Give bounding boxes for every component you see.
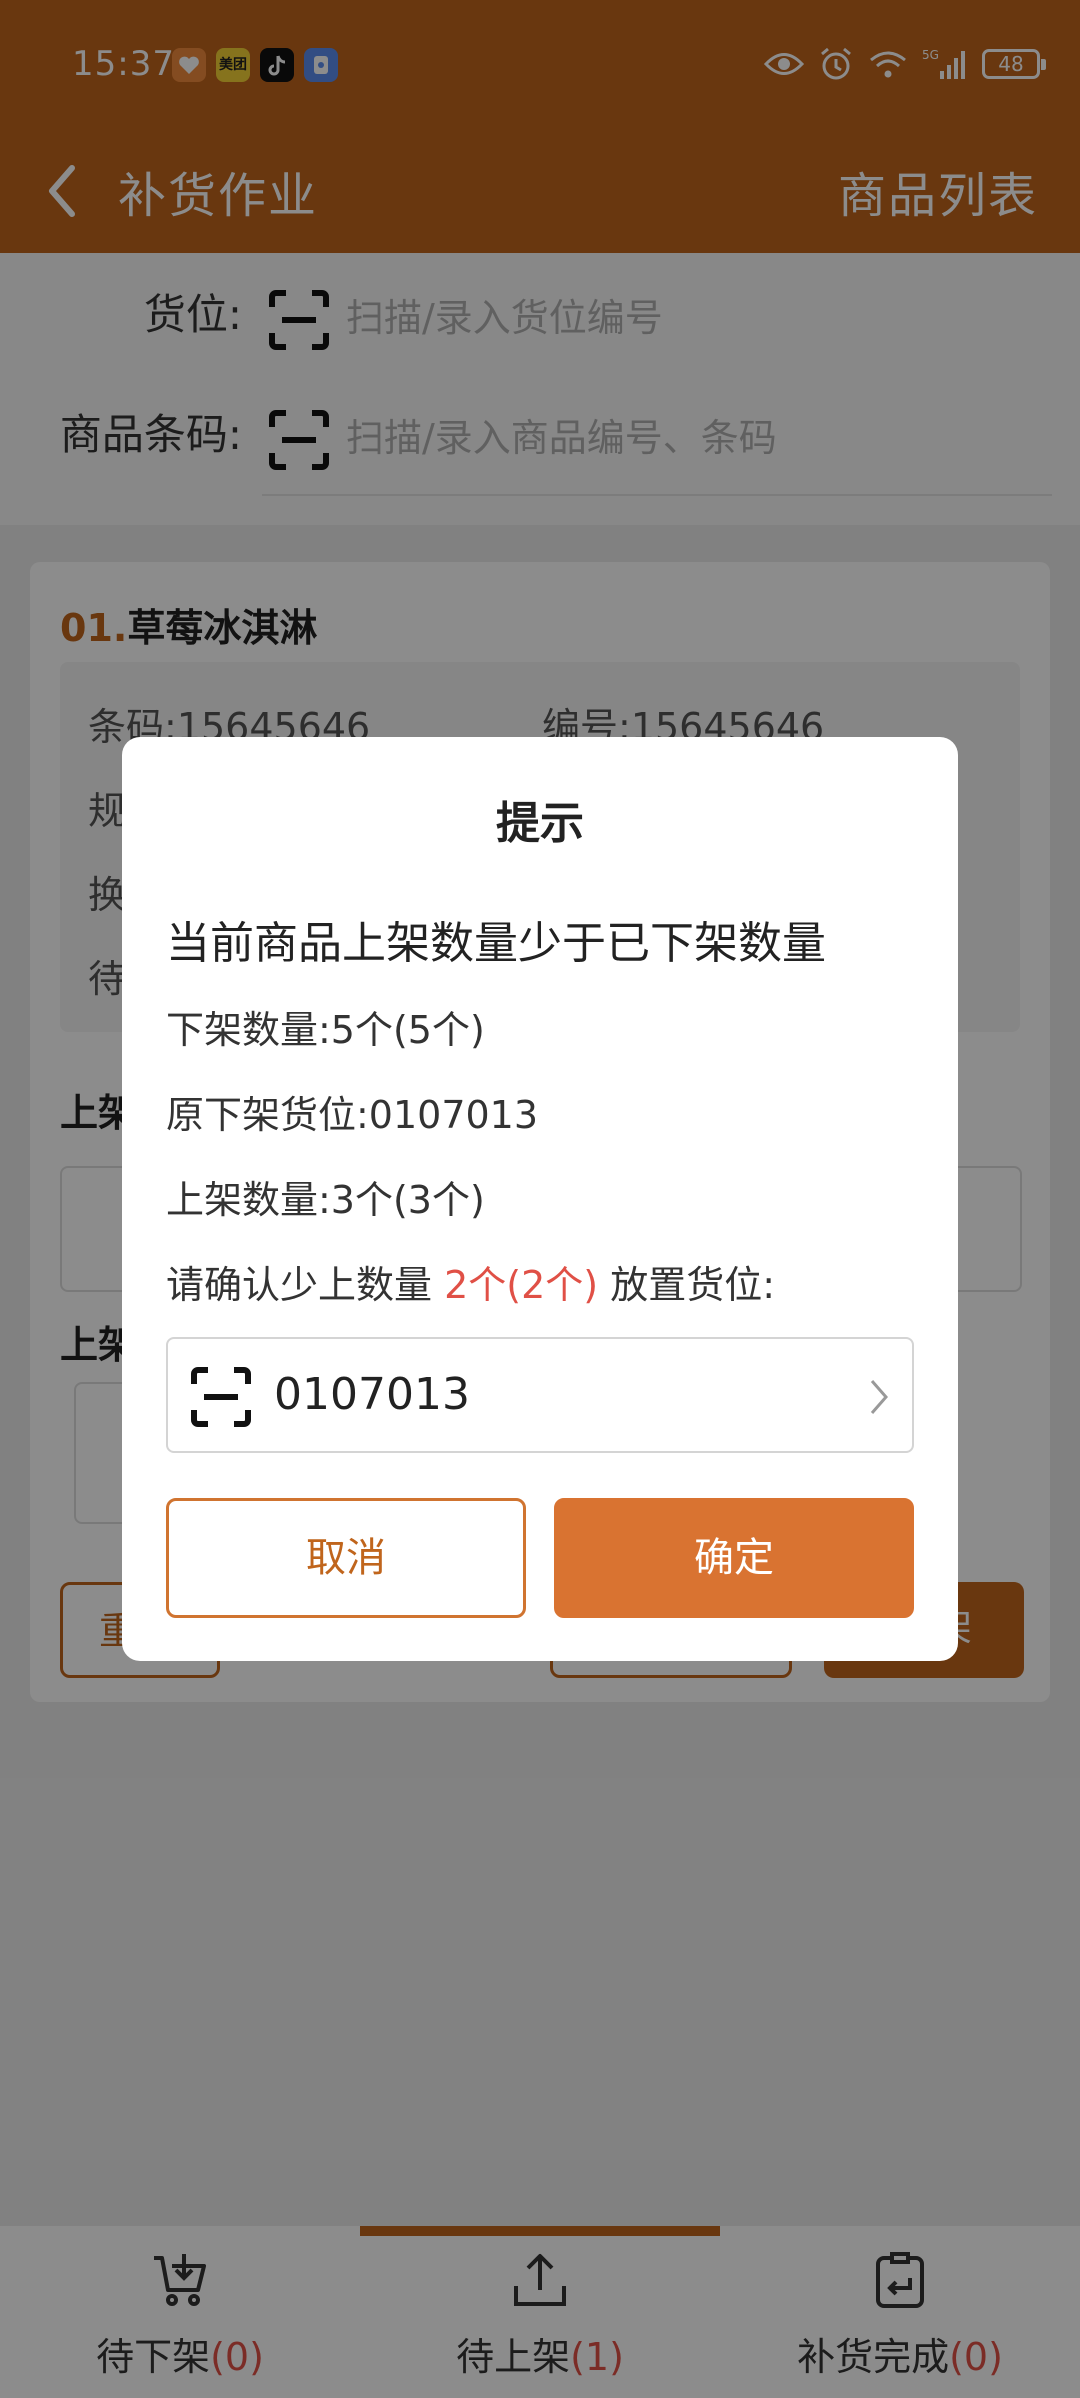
up-qty-text: 上架数量:3个(3个) xyxy=(166,1178,485,1222)
orig-location-text: 原下架货位:0107013 xyxy=(166,1093,539,1137)
confirm-button[interactable]: 确定 xyxy=(554,1498,914,1618)
location-value: 0107013 xyxy=(274,1369,470,1420)
diff-quantity: 2个(2个) xyxy=(444,1263,599,1307)
chevron-right-icon xyxy=(870,1380,888,1414)
cancel-button[interactable]: 取消 xyxy=(166,1498,526,1618)
confirm-suffix: 放置货位: xyxy=(610,1263,776,1307)
down-qty-text: 下架数量:5个(5个) xyxy=(166,1008,485,1052)
confirm-dialog: 提示 当前商品上架数量少于已下架数量 下架数量:5个(5个) 原下架货位:010… xyxy=(122,737,958,1661)
dialog-title: 提示 xyxy=(496,798,584,849)
confirm-prefix: 请确认少上数量 xyxy=(166,1263,433,1307)
location-select[interactable]: 0107013 xyxy=(166,1337,914,1453)
dialog-message: 当前商品上架数量少于已下架数量 xyxy=(166,918,826,969)
confirm-text: 请确认少上数量 2个(2个) 放置货位: xyxy=(166,1254,775,1309)
scan-icon[interactable] xyxy=(190,1366,252,1428)
